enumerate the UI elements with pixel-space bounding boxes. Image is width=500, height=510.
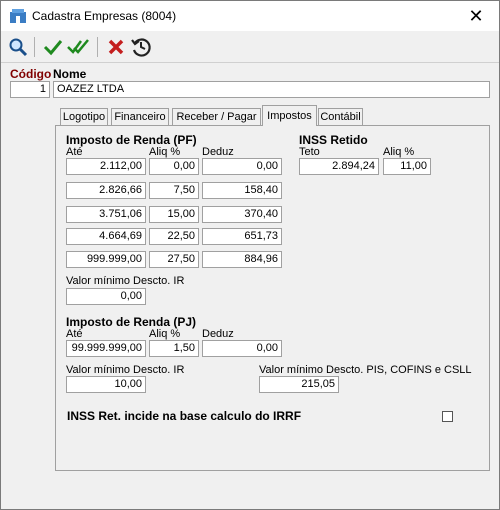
ir-pf-deduz-field[interactable]: 651,73 [202,228,282,245]
ir-pf-ate-field[interactable]: 2.826,66 [66,182,146,199]
ir-pj-deduz-field[interactable]: 0,00 [202,340,282,357]
toolbar-divider [1,62,499,63]
ir-pj-aliq-header: Aliq % [149,328,181,340]
toolbar-separator [34,37,35,57]
ir-pf-aliq-field[interactable]: 22,50 [149,228,199,245]
ir-pf-aliq-field[interactable]: 15,00 [149,206,199,223]
tab-financeiro[interactable]: Financeiro [111,108,169,126]
tab-impostos[interactable]: Impostos [262,105,317,126]
ir-pf-aliq-field[interactable]: 0,00 [149,158,199,175]
ir-pf-ate-field[interactable]: 4.664,69 [66,228,146,245]
ir-pf-aliq-header: Aliq % [149,146,181,158]
ir-pj-min-pis-label: Valor mínimo Descto. PIS, COFINS e CSLL [259,364,472,376]
ir-pf-aliq-field[interactable]: 27,50 [149,251,199,268]
ir-pj-title: Imposto de Renda (PJ) [66,315,197,329]
ir-pf-ate-field[interactable]: 2.112,00 [66,158,146,175]
inss-base-irrf-label: INSS Ret. incide na base calculo do IRRF [67,409,302,423]
ir-pj-min-ir-label: Valor mínimo Descto. IR [66,364,185,376]
inss-teto-field[interactable]: 2.894,24 [299,158,379,175]
check-icon[interactable] [42,36,64,58]
inss-retido-title: INSS Retido [299,133,368,147]
ir-pj-ate-header: Até [66,328,83,340]
ir-pf-ate-field[interactable]: 3.751,06 [66,206,146,223]
tab-receber-pagar[interactable]: Receber / Pagar [172,108,261,126]
ir-pj-ate-field[interactable]: 99.999.999,00 [66,340,146,357]
inss-teto-label: Teto [299,146,320,158]
ir-pf-deduz-field[interactable]: 370,40 [202,206,282,223]
ir-pf-aliq-field[interactable]: 7,50 [149,182,199,199]
toolbar-separator [97,37,98,57]
window-title: Cadastra Empresas (8004) [32,9,177,23]
inss-base-irrf-checkbox[interactable] [442,411,453,422]
inss-aliq-field[interactable]: 11,00 [383,158,431,175]
app-icon [10,9,26,23]
tab-logotipo[interactable]: Logotipo [60,108,108,126]
ir-pf-deduz-field[interactable]: 0,00 [202,158,282,175]
ir-pf-ate-field[interactable]: 999.999,00 [66,251,146,268]
ir-pj-aliq-field[interactable]: 1,50 [149,340,199,357]
window: Cadastra Empresas (8004) ✕ Código Nome 1… [0,0,500,510]
codigo-field[interactable]: 1 [10,81,50,98]
ir-pf-min-field[interactable]: 0,00 [66,288,146,305]
nome-label: Nome [53,67,87,81]
cancel-x-icon[interactable] [105,36,127,58]
nome-field[interactable]: OAZEZ LTDA [53,81,490,98]
ir-pj-min-pis-field[interactable]: 215,05 [259,376,339,393]
codigo-label: Código [10,67,52,81]
title-bar: Cadastra Empresas (8004) ✕ [1,1,499,31]
toolbar [1,32,499,62]
tab-contabil[interactable]: Contábil [318,108,363,126]
ir-pf-deduz-field[interactable]: 158,40 [202,182,282,199]
ir-pf-min-label: Valor mínimo Descto. IR [66,275,185,287]
ir-pf-title: Imposto de Renda (PF) [66,133,197,147]
ir-pj-min-ir-field[interactable]: 10,00 [66,376,146,393]
history-icon[interactable] [130,36,152,58]
close-button[interactable]: ✕ [453,1,499,31]
ir-pj-deduz-header: Deduz [202,328,234,340]
search-icon[interactable] [7,36,29,58]
ir-pf-deduz-header: Deduz [202,146,234,158]
inss-aliq-label: Aliq % [383,146,415,158]
ir-pf-deduz-field[interactable]: 884,96 [202,251,282,268]
double-check-icon[interactable] [67,36,89,58]
ir-pf-ate-header: Até [66,146,83,158]
